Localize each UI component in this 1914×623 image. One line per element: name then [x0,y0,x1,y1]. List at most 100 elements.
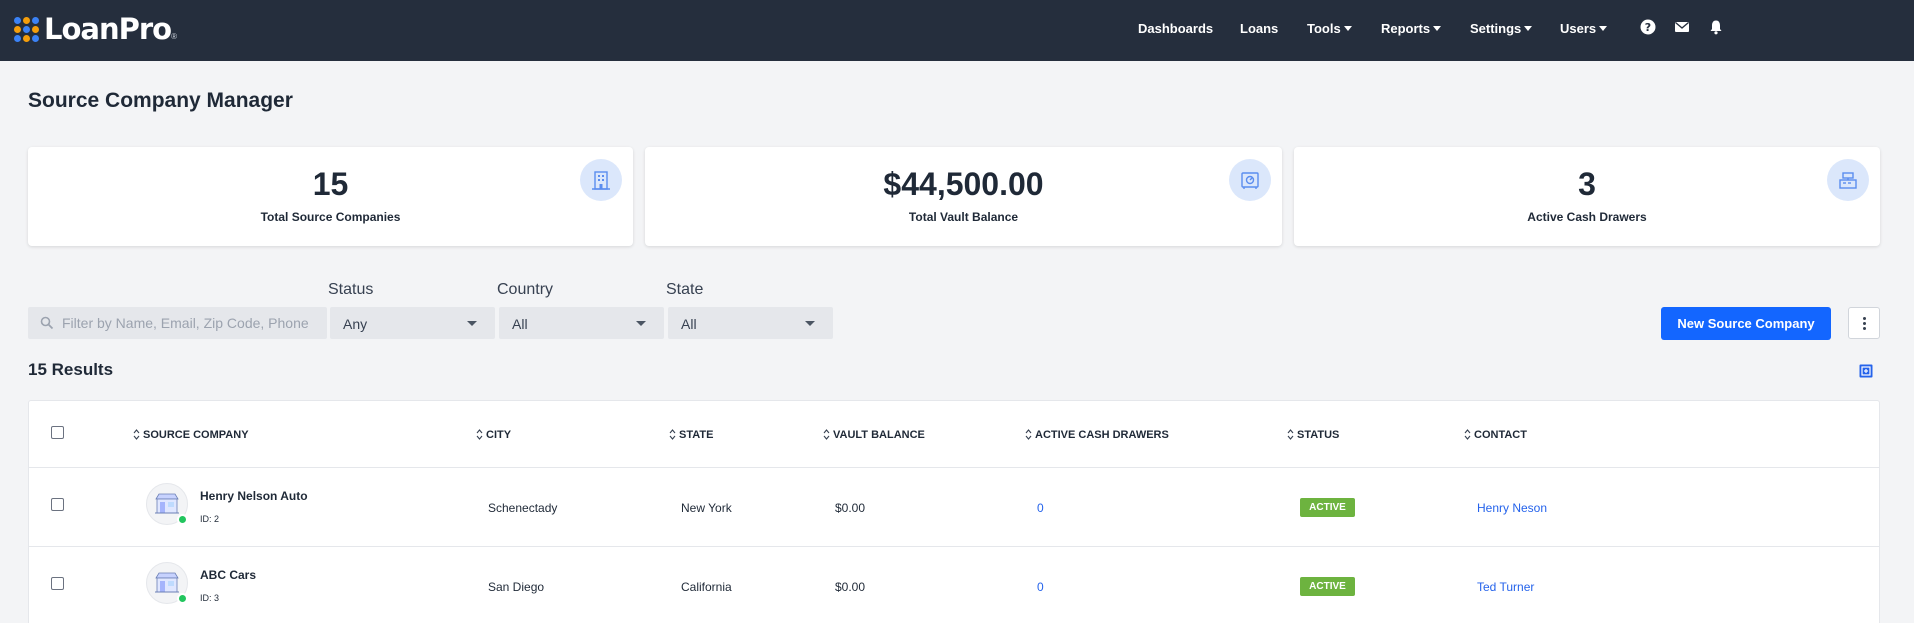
status-badge: ACTIVE [1300,498,1355,517]
contact-link[interactable]: Henry Neson [1477,501,1547,515]
chevron-down-icon [467,321,477,326]
sort-icon [669,429,676,440]
company-city: Schenectady [488,501,558,515]
brand-name: LoanPro [44,12,172,46]
status-badge: ACTIVE [1300,577,1355,596]
brand-mark: ® [171,31,178,41]
sort-icon [1025,429,1032,440]
storefront-icon [155,572,179,593]
column-label: CONTACT [1474,429,1527,441]
status-select-value: Any [343,316,368,332]
company-state: New York [681,501,732,515]
search-icon [40,316,54,330]
country-filter-label: Country [497,281,554,298]
nav-settings[interactable]: Settings [1470,21,1533,36]
contact-link[interactable]: Ted Turner [1477,580,1534,594]
nav-settings-label: Settings [1470,21,1522,36]
sort-icon [1464,429,1471,440]
stat-label: Total Source Companies [260,210,401,224]
status-filter-label: Status [328,281,374,298]
column-source-company[interactable]: SOURCE COMPANY [133,429,249,441]
column-label: ACTIVE CASH DRAWERS [1035,429,1169,441]
row-checkbox[interactable] [51,498,64,511]
company-name[interactable]: Henry Nelson Auto [200,489,308,503]
chevron-down-icon [805,321,815,326]
state-filter-label: State [666,281,704,298]
caret-down-icon [1343,26,1352,31]
active-cash-drawers-link[interactable]: 0 [1037,580,1044,594]
column-state[interactable]: STATE [669,429,713,441]
select-all-checkbox[interactable] [51,426,64,439]
company-state: California [681,580,732,594]
nav-users[interactable]: Users [1560,21,1608,36]
stat-card-source-companies: 15 Total Source Companies [28,147,633,246]
caret-down-icon [1599,26,1608,31]
row-divider [29,546,1879,547]
company-id: ID: 2 [200,514,220,524]
row-divider [29,467,1879,468]
sort-icon [476,429,483,440]
stat-card-cash-drawers: 3 Active Cash Drawers [1294,147,1880,246]
state-select-value: All [681,316,697,332]
column-label: STATUS [1297,429,1340,441]
vault-icon [1229,159,1271,201]
nav-loans[interactable]: Loans [1240,21,1278,36]
column-label: SOURCE COMPANY [143,429,249,441]
vault-balance: $0.00 [835,580,866,594]
company-id: ID: 3 [200,593,220,603]
building-icon [580,159,622,201]
top-navbar: LoanPro ® Dashboards Loans Tools Reports… [0,0,1914,61]
stat-value: $44,500.00 [883,166,1044,202]
chevron-down-icon [636,321,646,326]
caret-down-icon [1524,26,1533,31]
storefront-icon [155,493,179,514]
company-city: San Diego [488,580,545,594]
logo-mark-icon [14,16,39,42]
column-active-cash-drawers[interactable]: ACTIVE CASH DRAWERS [1025,429,1169,441]
column-label: CITY [486,429,512,441]
nav-tools[interactable]: Tools [1307,21,1352,36]
column-vault-balance[interactable]: VAULT BALANCE [823,429,925,441]
column-status[interactable]: STATUS [1287,429,1339,441]
logo[interactable]: LoanPro ® [14,12,177,46]
stat-label: Total Vault Balance [908,210,1019,224]
export-icon[interactable] [1859,364,1873,378]
vault-balance: $0.00 [835,501,866,515]
cash-register-icon [1827,159,1869,201]
caret-down-icon [1433,26,1442,31]
search-input[interactable] [28,307,327,339]
company-name[interactable]: ABC Cars [200,568,256,582]
sort-icon [133,429,140,440]
state-select[interactable]: All [668,307,833,339]
online-status-dot [177,593,188,604]
results-count: 15 Results [28,360,114,379]
sort-icon [823,429,830,440]
row-checkbox[interactable] [51,577,64,590]
nav-dashboards[interactable]: Dashboards [1138,21,1213,36]
column-label: STATE [679,429,714,441]
new-source-company-button[interactable]: New Source Company [1661,307,1831,340]
source-company-table: SOURCE COMPANY CITY STATE VAULT BALANCE … [28,400,1880,623]
column-contact[interactable]: CONTACT [1464,429,1527,441]
svg-text:?: ? [1645,21,1651,34]
active-cash-drawers-link[interactable]: 0 [1037,501,1044,515]
country-select-value: All [512,316,528,332]
help-icon[interactable]: ? [1640,19,1656,35]
bell-icon[interactable] [1708,19,1724,35]
stat-value: 3 [1578,166,1596,202]
nav-reports-label: Reports [1381,21,1431,36]
page-title: Source Company Manager [28,89,293,112]
status-select[interactable]: Any [330,307,495,339]
stat-card-vault-balance: $44,500.00 Total Vault Balance [645,147,1282,246]
country-select[interactable]: All [499,307,664,339]
more-options-button[interactable] [1848,307,1880,339]
online-status-dot [177,514,188,525]
column-city[interactable]: CITY [476,429,511,441]
mail-icon[interactable] [1674,19,1690,35]
stat-label: Active Cash Drawers [1527,210,1647,224]
stat-value: 15 [312,166,349,202]
nav-reports[interactable]: Reports [1381,21,1442,36]
column-label: VAULT BALANCE [833,429,925,441]
nav-tools-label: Tools [1307,21,1341,36]
nav-users-label: Users [1560,21,1597,36]
